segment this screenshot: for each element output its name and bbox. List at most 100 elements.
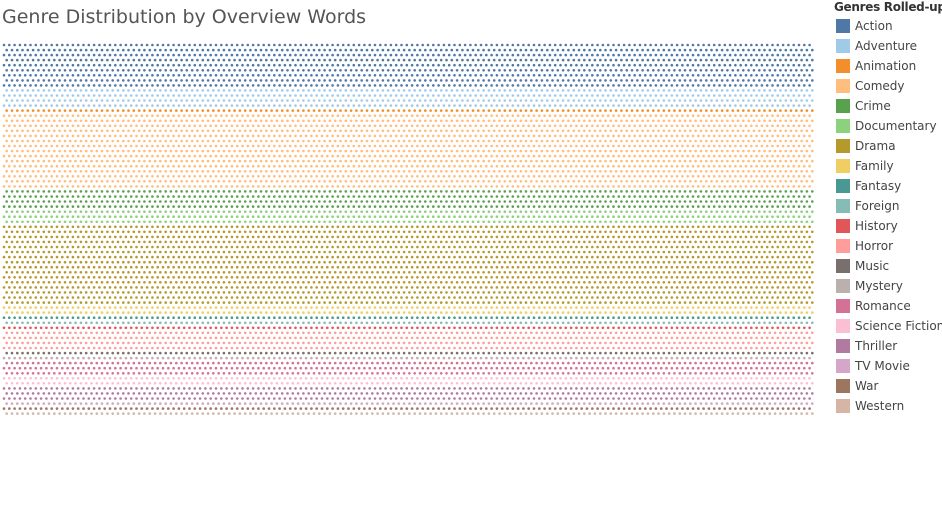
data-point [739,175,742,178]
data-point [315,154,319,158]
data-point [731,89,735,92]
data-point [63,69,67,72]
data-point [328,190,332,193]
data-point [773,139,777,143]
data-point [760,63,764,67]
data-point [318,79,321,82]
data-point [654,185,658,188]
data-point [426,104,430,107]
data-point [593,180,597,183]
data-point [106,89,109,92]
data-point [259,99,263,102]
data-point [482,69,485,72]
data-point [304,134,308,138]
data-point [103,74,106,77]
data-point [185,69,189,72]
data-point [569,114,573,117]
data-point [310,84,313,87]
data-point [190,180,194,183]
data-point [683,200,687,203]
data-point [2,195,6,198]
data-point [50,124,53,128]
data-point [508,149,512,153]
data-point [379,114,382,117]
data-point [686,84,689,87]
data-point [532,195,536,198]
data-point [204,205,207,208]
data-point [437,124,440,128]
data-point [225,74,228,77]
data-point [601,154,605,158]
data-point [744,114,748,117]
data-point [259,69,263,72]
data-point [159,139,162,143]
data-point [450,58,454,62]
data-point [707,114,711,117]
data-point [222,149,226,153]
data-point [246,205,250,208]
data-point [601,124,605,128]
data-point [262,175,266,178]
data-point [310,205,313,208]
data-point [198,84,202,87]
data-point [511,185,515,188]
data-point [352,63,356,67]
data-point [771,144,774,148]
data-point [532,134,536,138]
data-point [355,200,358,203]
data-point [633,154,636,158]
data-point [707,104,711,107]
data-point [511,104,515,107]
data-point [39,175,43,178]
data-point [328,129,332,133]
data-point [744,63,748,67]
data-point [705,149,708,153]
data-point [352,43,356,47]
data-point [246,43,250,47]
data-point [76,124,80,128]
data-point [742,79,745,82]
data-point [82,114,85,117]
data-point [2,134,6,138]
data-point [408,48,411,52]
data-point [98,43,101,47]
data-point [699,139,703,143]
data-point [787,74,790,77]
data-point [434,119,438,123]
data-point [333,159,337,163]
data-point [331,63,334,67]
data-point [153,58,157,62]
data-point [180,48,183,52]
data-point [432,114,435,117]
data-point [787,43,790,47]
data-point [553,43,557,47]
data-point [161,43,165,47]
data-point [447,205,451,208]
data-point [273,144,276,148]
data-point [614,190,618,193]
data-point [233,129,236,133]
data-point [8,175,11,178]
data-point [299,74,303,77]
data-point [254,48,258,52]
data-point [453,63,456,67]
data-point [776,43,780,47]
data-point [527,104,530,107]
data-point [694,79,697,82]
data-point [662,149,666,153]
data-point [495,154,499,158]
data-point [92,63,96,67]
data-point [683,129,687,133]
data-point [569,104,573,107]
data-point [434,69,438,72]
data-point [249,139,252,143]
data-point [302,89,305,92]
data-point [736,200,740,203]
data-point [214,114,218,117]
data-point [418,58,422,62]
data-point [357,43,361,47]
data-point [797,185,801,188]
data-point [5,180,8,183]
data-point [712,84,716,87]
data-point [498,119,501,123]
